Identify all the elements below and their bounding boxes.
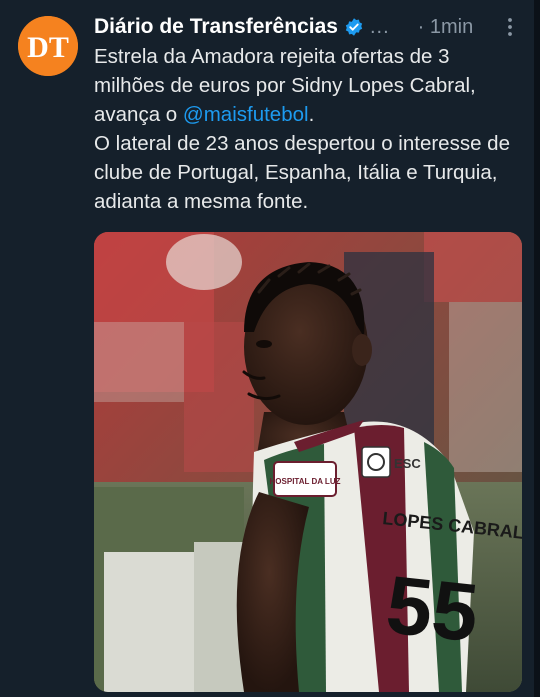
avatar-text: DT	[27, 31, 69, 64]
scrollbar-track	[534, 0, 540, 697]
verified-badge-icon	[344, 17, 364, 37]
mention-link[interactable]: @maisfutebol	[183, 103, 309, 126]
dt-logo-icon: DT	[18, 16, 78, 76]
tweet-line-3-prefix: avança o	[94, 103, 183, 126]
jersey-sponsor: HOSPITAL DA LUZ	[270, 477, 341, 486]
display-name[interactable]: Diário de Transferências	[94, 15, 338, 39]
tweet-line-1: Estrela da Amadora rejeita ofertas de 3	[94, 45, 450, 68]
jersey-number: 55	[382, 559, 482, 659]
tweet-media-photo[interactable]: HOSPITAL DA LUZ ESC LOPES CABRAL 55	[94, 232, 522, 692]
tweet-line-3-suffix: .	[308, 103, 315, 126]
tweet-paragraph-2: O lateral de 23 anos despertou o interes…	[94, 132, 510, 213]
tweet-card[interactable]: DT Diário de Transferências ... · 1min E…	[0, 0, 540, 697]
tweet-paragraph-1: Estrela da Amadora rejeita ofertas de 3 …	[94, 42, 530, 129]
handle-truncated[interactable]: ...	[370, 16, 390, 39]
timestamp[interactable]: · 1min	[418, 16, 474, 39]
tweet-header: Diário de Transferências ... · 1min	[94, 12, 526, 42]
player-photo: HOSPITAL DA LUZ ESC LOPES CABRAL 55	[94, 232, 522, 692]
tweet-text: Estrela da Amadora rejeita ofertas de 3 …	[94, 42, 530, 216]
jersey-badge: ESC	[394, 456, 421, 471]
more-vertical-icon[interactable]	[498, 15, 522, 39]
avatar[interactable]: DT	[18, 16, 78, 76]
tweet-line-2: milhões de euros por Sidny Lopes Cabral,	[94, 74, 476, 97]
